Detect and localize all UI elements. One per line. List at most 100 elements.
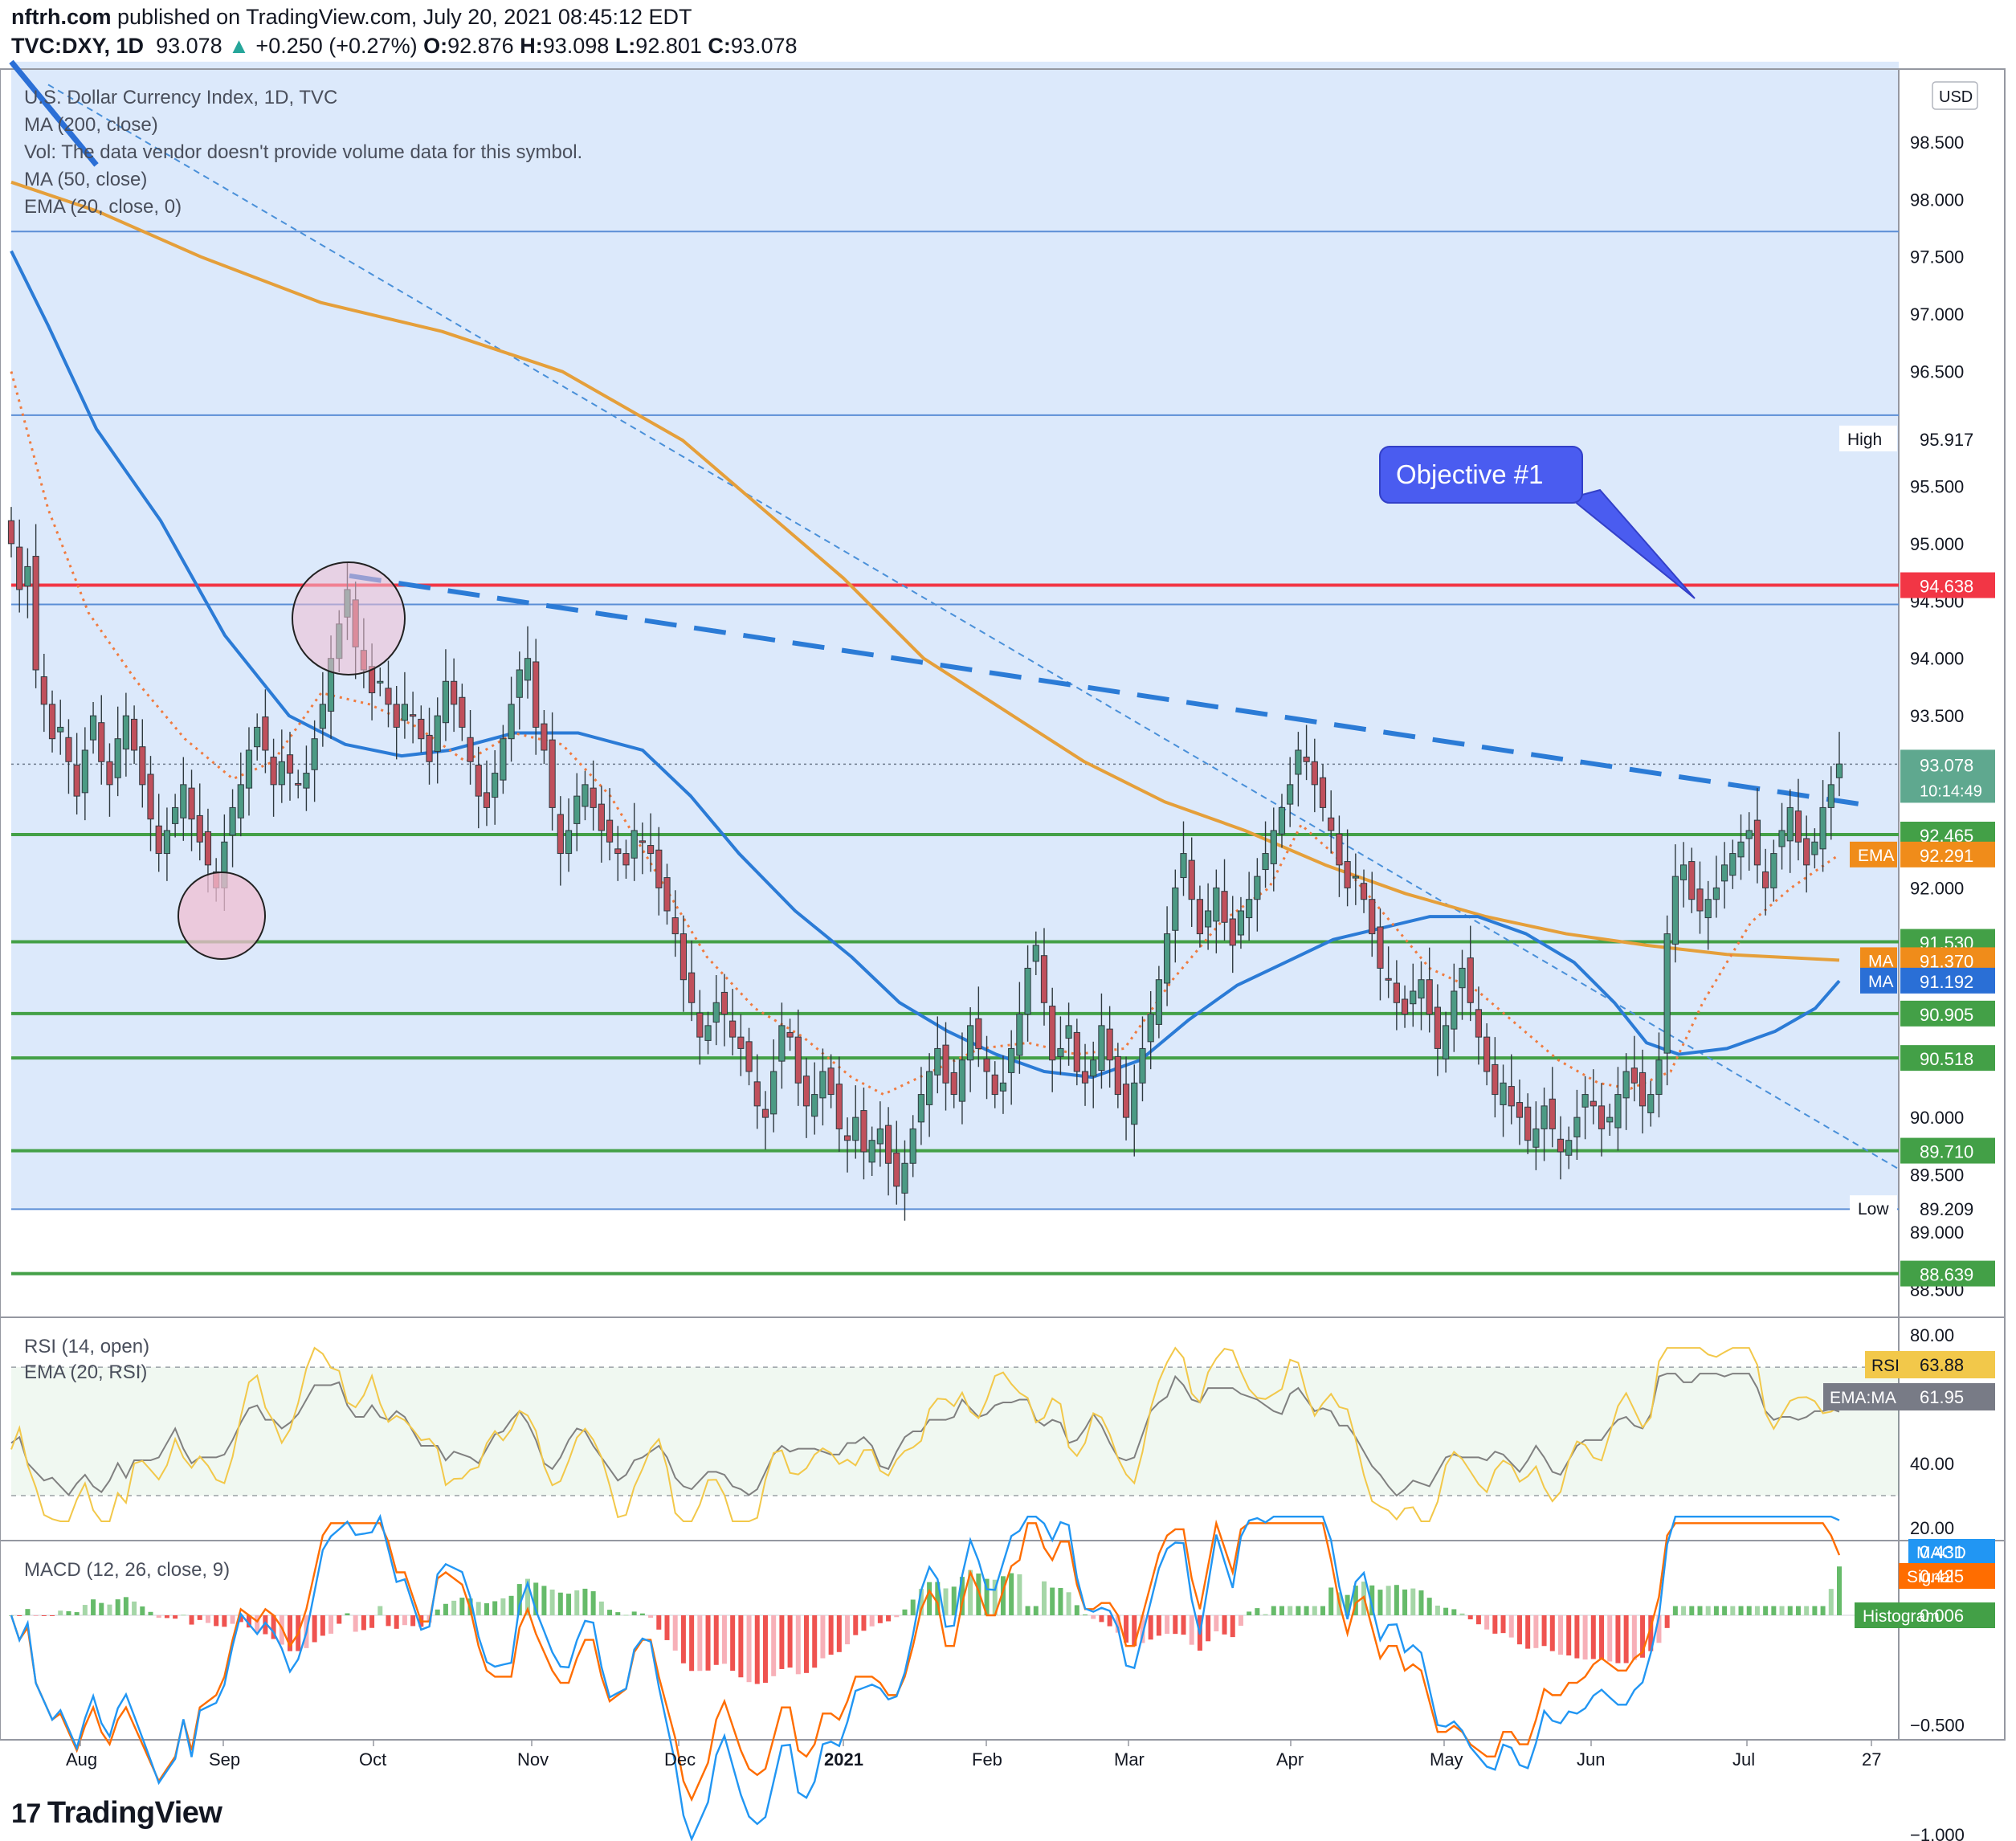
price-label-tag: EMA — [1858, 847, 1895, 865]
candle-body — [1573, 1116, 1581, 1137]
candle-body — [696, 1012, 704, 1038]
macd-bar — [656, 1615, 662, 1630]
price-tick: 95.500 — [1910, 476, 1964, 496]
candle-body — [442, 680, 450, 724]
macd-bar — [99, 1602, 104, 1615]
candle-body — [655, 849, 663, 888]
rsi-label-value: 63.88 — [1920, 1355, 1964, 1375]
macd-line — [10, 1513, 1840, 1841]
macd-bar — [337, 1615, 342, 1624]
legend-line-1: MA (200, close) — [24, 114, 158, 136]
macd-bar — [107, 1604, 112, 1615]
candle-body — [679, 933, 688, 981]
macd-bar — [1099, 1615, 1104, 1623]
legend-line-2: Vol: The data vendor doesn't provide vol… — [24, 141, 582, 163]
macd-bar — [697, 1615, 703, 1672]
macd-bar — [148, 1611, 153, 1615]
macd-bar — [1459, 1613, 1465, 1615]
macd-bar — [1017, 1574, 1022, 1615]
candle-body — [1516, 1102, 1524, 1118]
macd-bar — [1377, 1590, 1383, 1615]
macd-bar — [1804, 1606, 1810, 1615]
candle-body — [1492, 1063, 1499, 1096]
price-tick: 93.500 — [1910, 706, 1964, 726]
candle-body — [114, 738, 121, 778]
candle-body — [32, 556, 39, 671]
macd-bar — [943, 1588, 949, 1615]
macd-bar — [1402, 1589, 1408, 1615]
candle-body — [500, 738, 507, 781]
price-label-value: 94.638 — [1920, 577, 1973, 597]
macd-bar — [140, 1606, 145, 1615]
candle-body — [590, 787, 597, 808]
macd-bar — [1173, 1615, 1178, 1635]
candle-body — [827, 1067, 835, 1096]
macd-bar — [1492, 1615, 1498, 1634]
macd-bar — [779, 1615, 785, 1669]
candle-body — [1287, 784, 1294, 805]
candle-body — [377, 680, 384, 684]
macd-bar — [386, 1615, 391, 1627]
candle-body — [794, 1036, 802, 1084]
macd-bar — [615, 1612, 621, 1615]
candle-body — [467, 737, 474, 762]
candle-body — [761, 1108, 769, 1118]
price-tick: 98.000 — [1910, 190, 1964, 210]
candle-body — [1508, 1086, 1515, 1107]
candle-body — [999, 1082, 1007, 1092]
macd-bar — [1148, 1615, 1153, 1640]
macd-bar — [1296, 1606, 1301, 1615]
candle-body — [516, 669, 523, 698]
candle-body — [819, 1071, 826, 1099]
candle-body — [1081, 1071, 1089, 1084]
macd-bar — [435, 1609, 440, 1615]
price-tick: 90.000 — [1910, 1108, 1964, 1128]
candle-body — [188, 787, 195, 820]
candle-body — [393, 704, 400, 728]
candle-body — [295, 782, 302, 786]
macd-bar — [762, 1615, 768, 1684]
macd-bar — [1426, 1598, 1432, 1615]
macd-bar — [787, 1615, 793, 1668]
candle-body — [1434, 1006, 1441, 1049]
macd-bar — [1385, 1586, 1391, 1615]
candle-body — [868, 1140, 875, 1163]
candle-body — [139, 746, 146, 786]
candle-body — [1122, 1084, 1130, 1118]
candle-body — [926, 1071, 933, 1105]
candle-body — [1032, 945, 1039, 962]
candle-body — [843, 1135, 851, 1141]
macd-bar — [1156, 1615, 1161, 1636]
macd-bar — [1238, 1615, 1243, 1627]
macd-bar — [181, 1614, 186, 1616]
macd-bar — [459, 1598, 465, 1615]
candle-body — [975, 1018, 982, 1049]
legend-line-4: EMA (20, close, 0) — [24, 196, 182, 218]
macd-bar — [754, 1615, 760, 1684]
candle-body — [712, 1002, 720, 1023]
candle-body — [1369, 899, 1376, 935]
candle-body — [942, 1044, 949, 1084]
macd-bar — [451, 1600, 457, 1615]
candle-body — [1008, 1047, 1015, 1073]
macd-bar — [484, 1603, 489, 1615]
macd-bar — [1705, 1606, 1711, 1615]
macd-bar — [1189, 1615, 1194, 1645]
macd-bar — [886, 1615, 892, 1622]
macd-bar — [541, 1586, 547, 1615]
macd-bar — [320, 1615, 325, 1636]
macd-bar — [1754, 1606, 1760, 1615]
candle-body — [16, 546, 23, 590]
candle-body — [1565, 1140, 1573, 1156]
candle-body — [1311, 761, 1318, 786]
candle-body — [401, 704, 409, 721]
currency-badge-text: USD — [1939, 88, 1973, 106]
candle-body — [1679, 864, 1687, 880]
candle-body — [1410, 990, 1417, 1005]
candle-body — [1172, 887, 1179, 931]
candle-body — [893, 1152, 900, 1187]
candle-body — [565, 830, 573, 855]
time-tick-label: Jun — [1577, 1749, 1605, 1770]
macd-bar — [582, 1588, 588, 1615]
candle-body — [1835, 763, 1843, 778]
